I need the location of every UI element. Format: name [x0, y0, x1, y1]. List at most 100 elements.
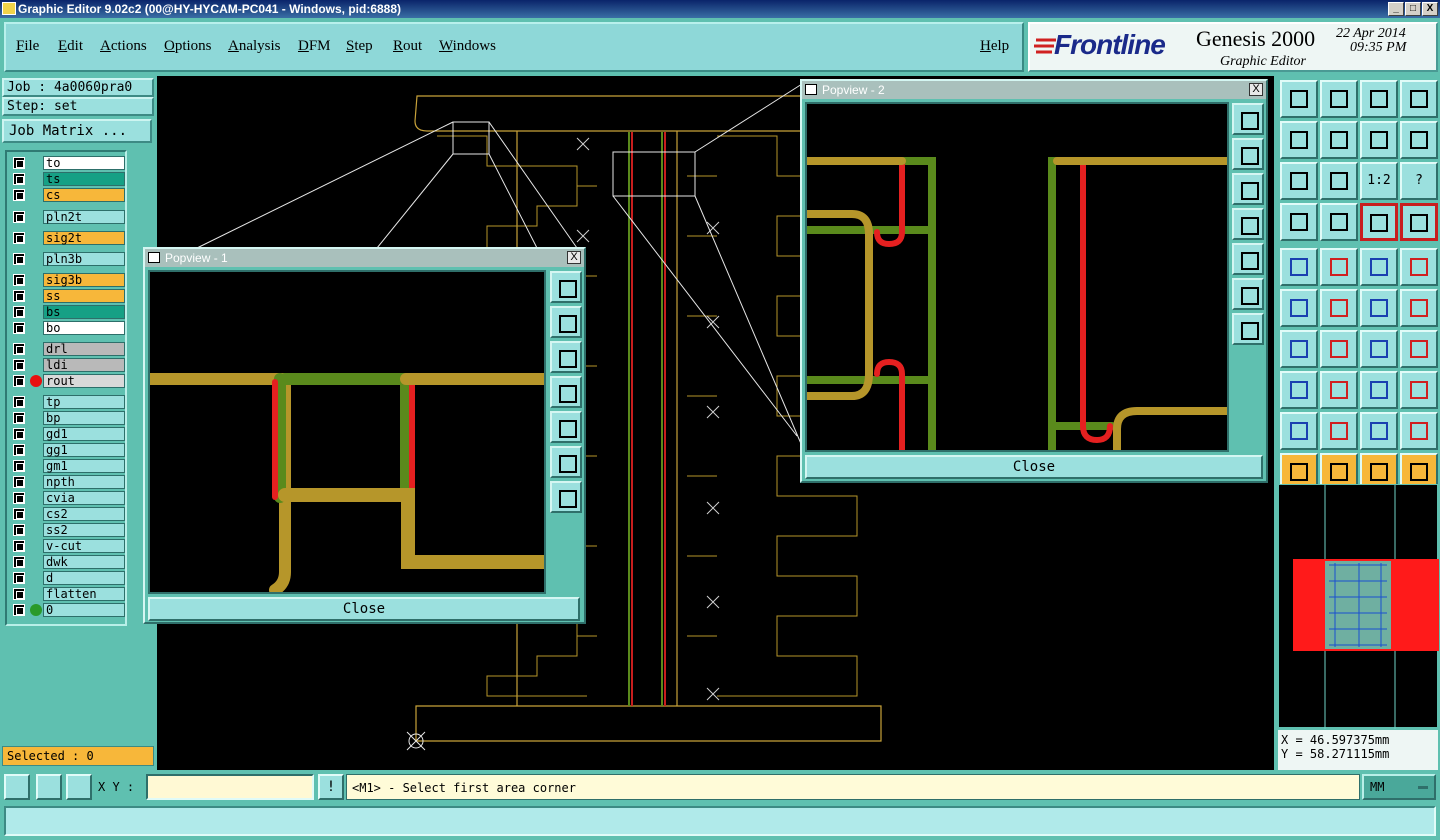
layer-checkbox[interactable] [13, 359, 25, 371]
select-feature-icon[interactable] [1280, 248, 1318, 286]
layer-checkbox[interactable] [13, 540, 25, 552]
pan-right-icon[interactable] [1320, 121, 1358, 159]
layer-checkbox[interactable] [13, 524, 25, 536]
pv2-pan-right-icon[interactable] [1232, 243, 1264, 275]
menu-step[interactable]: Step [346, 38, 373, 55]
measure-angle-icon[interactable] [36, 774, 62, 800]
layer-checkbox[interactable] [13, 322, 25, 334]
layer-checkbox[interactable] [13, 588, 25, 600]
layer-checkbox[interactable] [13, 460, 25, 472]
connect-icon[interactable] [1280, 289, 1318, 327]
layer-checkbox[interactable] [13, 412, 25, 424]
ruler-icon[interactable] [1360, 248, 1398, 286]
box-select-icon[interactable] [1360, 371, 1398, 409]
xy-input[interactable] [146, 774, 314, 800]
pad-select-icon[interactable] [1280, 371, 1318, 409]
popview-1-close-button[interactable]: Close [148, 597, 580, 621]
split-view-icon[interactable] [1400, 80, 1438, 118]
add-pad-icon[interactable] [1360, 289, 1398, 327]
menu-file[interactable]: File [16, 38, 39, 55]
layer-checkbox[interactable] [13, 572, 25, 584]
angle-icon[interactable] [1280, 330, 1318, 368]
layer-checkbox[interactable] [13, 343, 25, 355]
zoom-area-icon[interactable] [4, 774, 30, 800]
units-select[interactable]: MM [1362, 774, 1436, 800]
layer-checkbox[interactable] [13, 604, 25, 616]
menu-actions[interactable]: Actions [100, 38, 147, 55]
pv1-pan-left-icon[interactable] [550, 376, 582, 408]
popview-2-view[interactable] [805, 102, 1229, 452]
pv1-zoom-home-icon[interactable] [550, 271, 582, 303]
popview-1-close-x-button[interactable]: X [567, 251, 581, 264]
menu-dfm[interactable]: DFM [298, 38, 331, 55]
pan-left-icon[interactable] [1280, 121, 1318, 159]
job-matrix-button[interactable]: Job Matrix ... [2, 119, 152, 143]
tools-icon[interactable] [1280, 203, 1318, 241]
layers-a-icon[interactable] [1360, 203, 1398, 241]
pv2-pan-up-icon[interactable] [1232, 138, 1264, 170]
undo-view-icon[interactable] [1360, 121, 1398, 159]
layer-checkbox[interactable] [13, 157, 25, 169]
layer-checkbox[interactable] [13, 396, 25, 408]
menu-rout[interactable]: Rout [393, 38, 422, 55]
cut-icon[interactable] [1320, 289, 1358, 327]
menu-edit[interactable]: Edit [58, 38, 83, 55]
pv1-pan-right-icon[interactable] [550, 411, 582, 443]
pv2-pan-down-icon[interactable] [1232, 173, 1264, 205]
menu-analysis[interactable]: Analysis [228, 38, 281, 55]
menu-windows[interactable]: Windows [439, 38, 496, 55]
snap-point-icon[interactable] [1400, 248, 1438, 286]
pv1-zoom-out-icon[interactable] [550, 481, 582, 513]
popview-2-close-button[interactable]: Close [805, 455, 1263, 479]
overview-map[interactable] [1278, 484, 1440, 729]
triangle-d-icon[interactable] [1400, 412, 1438, 450]
layer-checkbox[interactable] [13, 274, 25, 286]
move-pad-icon[interactable] [1400, 289, 1438, 327]
layer-checkbox[interactable] [13, 173, 25, 185]
triangle-b-icon[interactable] [1320, 412, 1358, 450]
pv2-zoom-out-icon[interactable] [1232, 313, 1264, 345]
layer-checkbox[interactable] [13, 508, 25, 520]
layer-checkbox[interactable] [13, 444, 25, 456]
grid-icon[interactable] [1320, 203, 1358, 241]
menu-help[interactable]: Help [980, 38, 1009, 55]
pv1-zoom-in-icon[interactable] [550, 446, 582, 478]
redraw-icon[interactable] [1400, 121, 1438, 159]
layer-checkbox[interactable] [13, 290, 25, 302]
pv1-pan-down-icon[interactable] [550, 341, 582, 373]
maximize-button[interactable]: □ [1405, 2, 1421, 16]
pv1-pan-up-icon[interactable] [550, 306, 582, 338]
close-window-button[interactable]: X [1422, 2, 1438, 16]
pv2-pan-left-icon[interactable] [1232, 208, 1264, 240]
pv2-zoom-home-icon[interactable] [1232, 103, 1264, 135]
layer-checkbox[interactable] [13, 375, 25, 387]
help-query-icon[interactable]: ? [1400, 162, 1438, 200]
measure-icon[interactable] [1320, 248, 1358, 286]
layer-checkbox[interactable] [13, 253, 25, 265]
minimize-button[interactable]: _ [1388, 2, 1404, 16]
group-icon[interactable] [1400, 371, 1438, 409]
fit-icon[interactable] [1400, 330, 1438, 368]
arc-icon[interactable] [1360, 330, 1398, 368]
center-icon[interactable] [1320, 162, 1358, 200]
layers-b-icon[interactable] [1400, 203, 1438, 241]
info-icon[interactable]: ! [318, 774, 344, 800]
scale-1-2-icon[interactable]: 1:2 [1360, 162, 1398, 200]
layer-checkbox[interactable] [13, 556, 25, 568]
zoom-in-icon[interactable] [1280, 162, 1318, 200]
snap-grid-icon[interactable] [66, 774, 92, 800]
layer-checkbox[interactable] [13, 476, 25, 488]
popview-2-close-x-button[interactable]: X [1249, 83, 1263, 96]
line-select-icon[interactable] [1320, 371, 1358, 409]
zoom-home-icon[interactable] [1280, 80, 1318, 118]
layer-checkbox[interactable] [13, 189, 25, 201]
layer-checkbox[interactable] [13, 232, 25, 244]
menu-options[interactable]: Options [164, 38, 212, 55]
line-icon[interactable] [1320, 330, 1358, 368]
zoom-fit-icon[interactable] [1320, 80, 1358, 118]
home-icon[interactable] [1360, 80, 1398, 118]
layer-checkbox[interactable] [13, 306, 25, 318]
popview-1-view[interactable] [148, 270, 546, 594]
pv2-zoom-in-icon[interactable] [1232, 278, 1264, 310]
triangle-c-icon[interactable] [1360, 412, 1398, 450]
